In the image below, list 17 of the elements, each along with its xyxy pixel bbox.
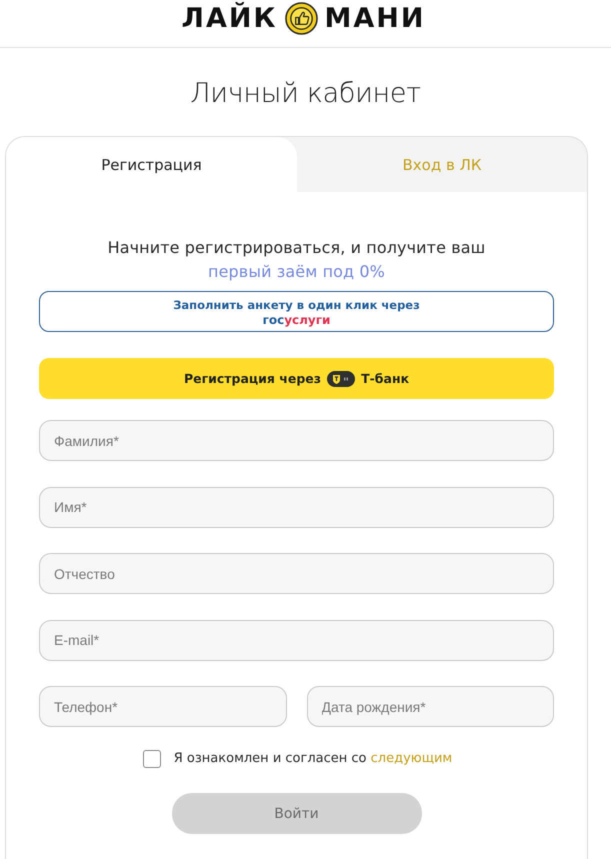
- input-field[interactable]: Фамилия*: [39, 420, 554, 461]
- checkbox[interactable]: [142, 750, 161, 768]
- input-field[interactable]: Дата рождения*: [306, 686, 554, 727]
- bank-badge-icon: [327, 370, 356, 386]
- tbank-button[interactable]: Регистрация через Т-банк: [39, 358, 554, 399]
- input-field[interactable]: Отчество: [39, 553, 554, 594]
- consent-text: Я ознакомлен и согласен со следующим: [174, 750, 452, 768]
- page-title: Личный кабинет: [189, 77, 422, 111]
- input-field[interactable]: Имя*: [39, 486, 554, 528]
- gosuslugi-button[interactable]: Заполнить анкету в один клик через госуслуги: [39, 291, 554, 332]
- logo-text: ЛАЙК: [182, 4, 278, 34]
- logo-text: МАНИ: [324, 4, 426, 34]
- input-field[interactable]: E-mail*: [39, 620, 554, 660]
- tab[interactable]: Регистрация: [6, 137, 297, 192]
- input-field[interactable]: Телефон*: [39, 686, 286, 727]
- coin-thumbs-up-icon: [284, 2, 318, 35]
- intro-text: Начните регистрироваться, и получите ваш первый заём под 0%: [106, 237, 486, 283]
